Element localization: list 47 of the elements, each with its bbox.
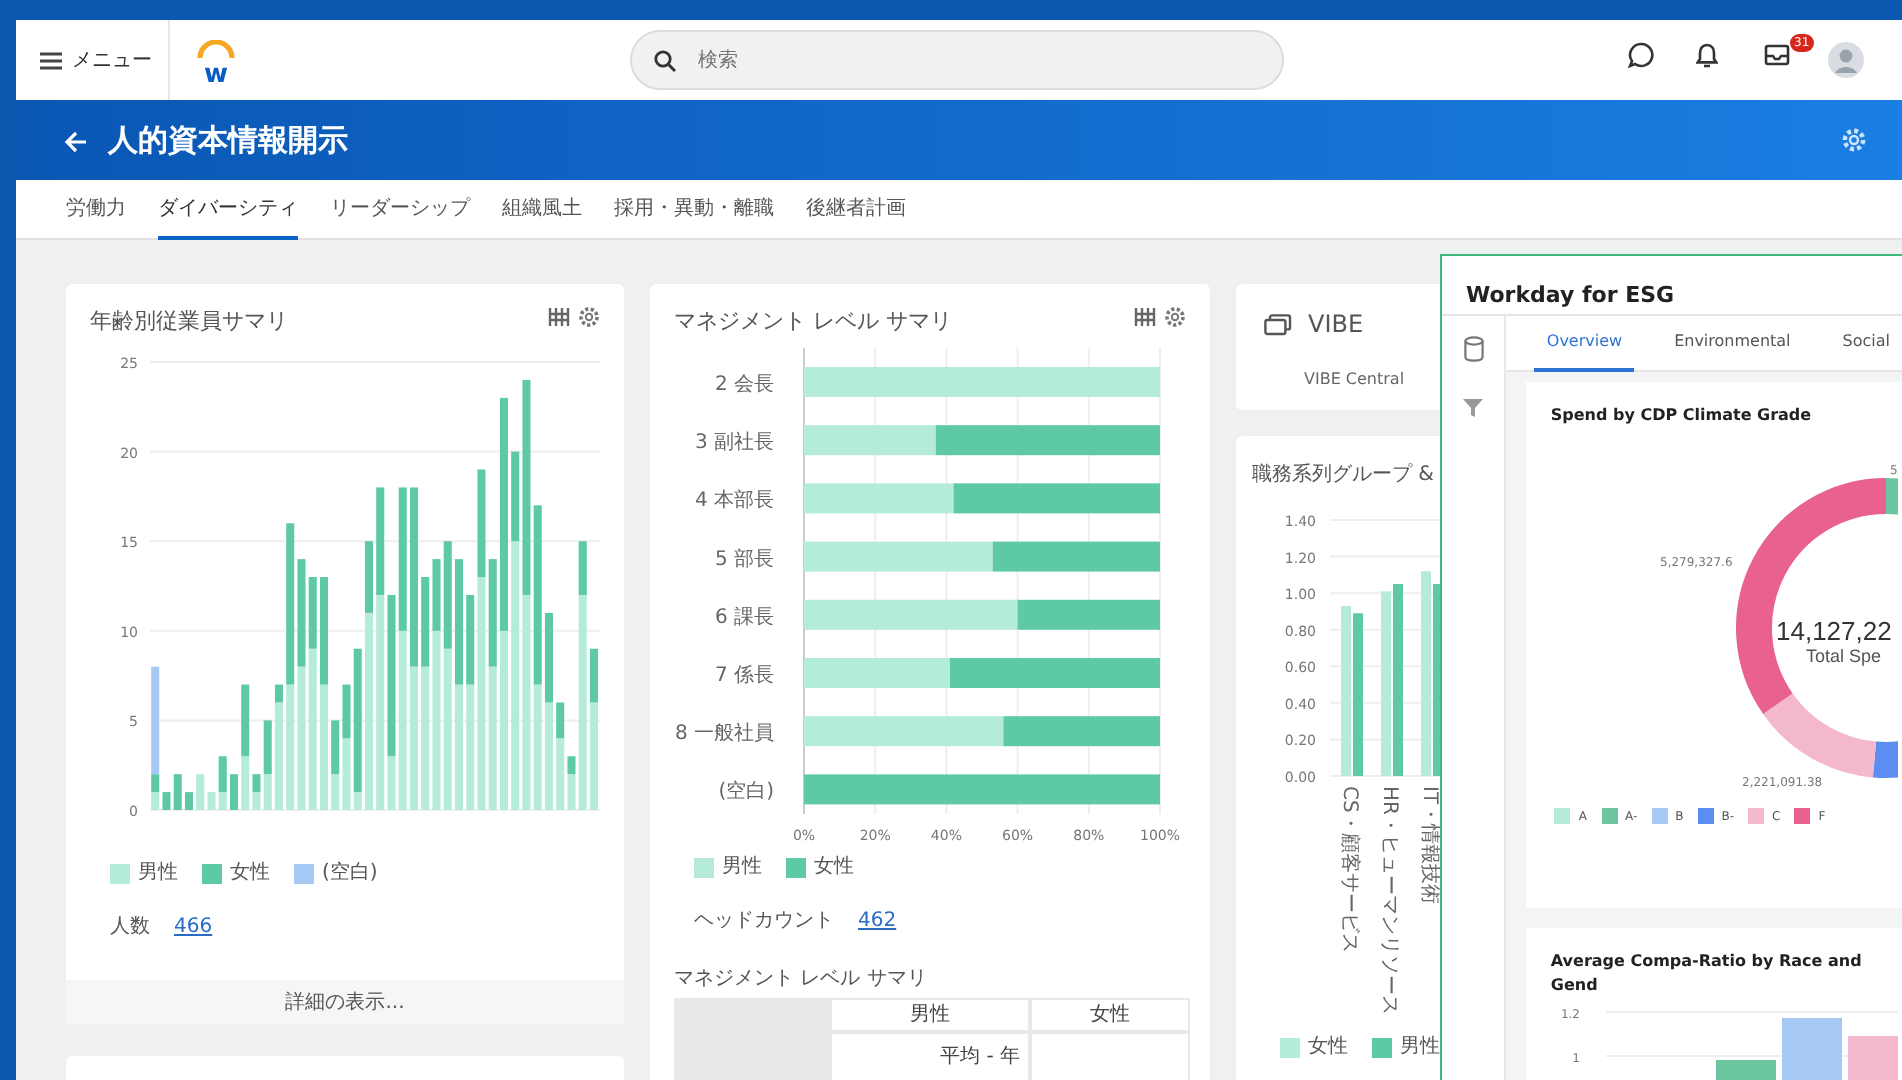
tab[interactable]: Environmental [1662, 315, 1803, 371]
category-label: 4 本部長 [694, 490, 774, 513]
tab[interactable]: リーダーシップ [330, 180, 470, 240]
vibe-central-link[interactable]: VIBE Central [1304, 370, 1405, 388]
legend-label: 男性 [138, 859, 178, 888]
column-header: 女性 [1030, 998, 1190, 1032]
legend-label: 男性 [1400, 1033, 1440, 1062]
tab[interactable]: 組織風土 [502, 180, 582, 240]
count-link[interactable]: 462 [858, 906, 897, 936]
category-label: 8 一般社員 [674, 723, 774, 746]
card-title: VIBE [1308, 308, 1364, 342]
chart-title: Average Compa-Ratio by Race and Gend [1548, 949, 1864, 987]
chart-title: Spend by CDP Climate Grade [1548, 403, 1814, 428]
column-header: 男性 [830, 998, 1030, 1032]
category-label: 7 係長 [714, 665, 774, 687]
category-label: CS・顧客サービス [1338, 786, 1360, 953]
tab[interactable]: 労働力 [66, 180, 126, 240]
subheader: 平均 - 年 [940, 1044, 1022, 1072]
tab[interactable]: 後継者計画 [806, 180, 906, 240]
table-title: マネジメント レベル サマリ [672, 966, 929, 994]
total-value: 14,127,22 [1776, 615, 1893, 645]
tab[interactable]: ダイバーシティ [158, 180, 298, 240]
category-label: HR・ヒューマンリソース [1378, 786, 1400, 1015]
count-link[interactable]: 466 [174, 912, 213, 942]
legend-label: 男性 [722, 853, 762, 882]
category-label: 5 部長 [714, 548, 774, 571]
card-title: マネジメント レベル サマリ [674, 306, 952, 338]
legend-label: 女性 [814, 853, 854, 882]
search-field[interactable]: 検索 [630, 30, 1284, 90]
category-label: 3 副社長 [694, 432, 774, 455]
page-title: 人的資本情報開示 [108, 119, 348, 162]
legend-label: 女性 [1308, 1033, 1348, 1062]
count-label: ヘッドカウント [694, 908, 834, 936]
tab[interactable]: 採用・異動・離職 [614, 180, 774, 240]
logo[interactable]: w [194, 39, 238, 84]
card-title: 職務系列グループ & [1252, 464, 1434, 486]
card-title: 年齢別従業員サマリ [90, 306, 288, 338]
category-label: IT・情報技術 [1418, 786, 1440, 905]
category-label: 2 会長 [714, 374, 774, 396]
tab[interactable]: Social [1830, 315, 1902, 371]
category-label: 6 課長 [714, 606, 774, 629]
legend-label: 女性 [230, 859, 270, 888]
show-details-link[interactable]: 詳細の表示... [66, 980, 624, 1024]
count-label: 人数 [110, 914, 150, 942]
legend-label: (空白) [322, 859, 378, 888]
total-label: Total Spe [1806, 645, 1882, 665]
category-label: (空白) [718, 781, 774, 804]
